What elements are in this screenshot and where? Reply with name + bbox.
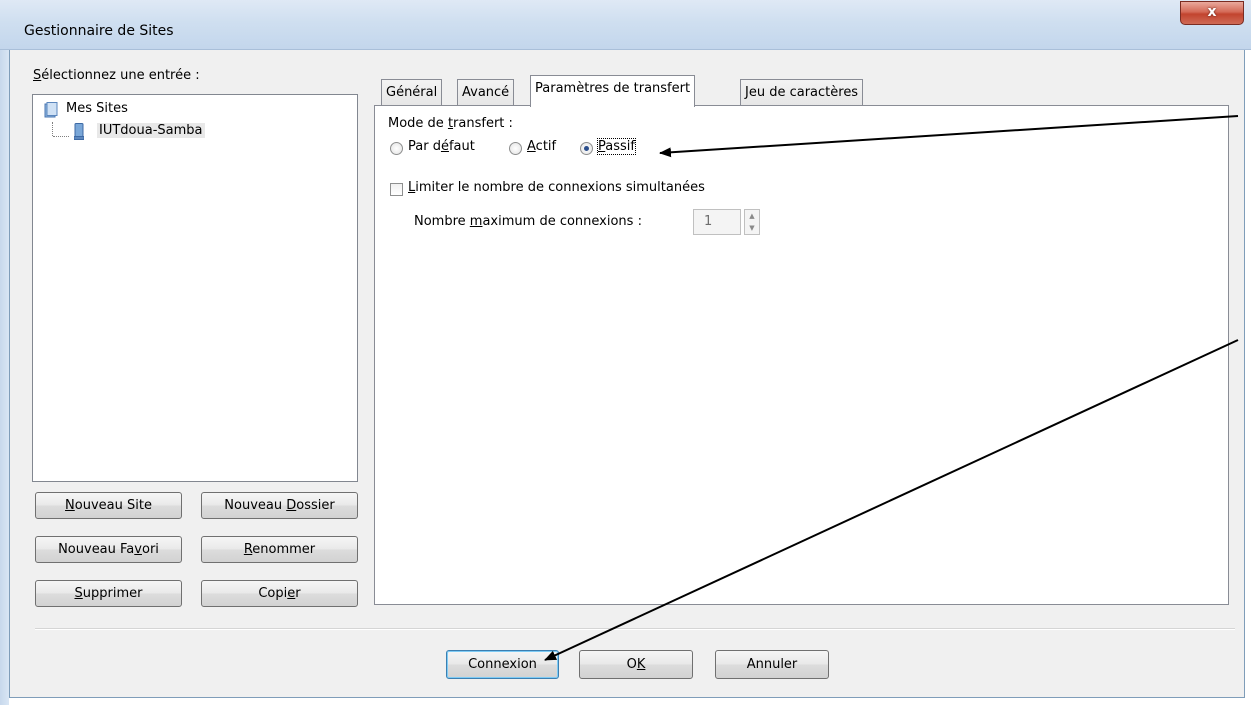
transfer-settings-panel: Mode de transfert : Par défaut Actif Pas…: [374, 105, 1229, 605]
radio-default-label[interactable]: Par défaut: [408, 139, 475, 154]
window-frame-left: [0, 50, 9, 705]
server-icon: [74, 123, 84, 140]
radio-passive[interactable]: [580, 142, 593, 155]
window-title: Gestionnaire de Sites: [24, 23, 174, 39]
new-folder-button[interactable]: Nouveau Dossier: [201, 492, 358, 519]
close-button[interactable]: x: [1180, 1, 1244, 25]
tree-root-mes-sites[interactable]: Mes Sites: [66, 101, 128, 116]
radio-active[interactable]: [509, 142, 522, 155]
tree-item-iutdoua-samba[interactable]: IUTdoua-Samba: [97, 123, 205, 138]
new-bookmark-button[interactable]: Nouveau Favori: [35, 536, 182, 563]
new-site-button[interactable]: Nouveau Site: [35, 492, 182, 519]
radio-default[interactable]: [390, 142, 403, 155]
connect-button[interactable]: Connexion: [446, 650, 559, 679]
tab-transfer-settings[interactable]: Paramètres de transfert: [530, 75, 696, 107]
delete-button[interactable]: Supprimer: [35, 580, 182, 607]
site-manager-window: Gestionnaire de Sites x Sélectionnez une…: [0, 0, 1251, 705]
tab-general[interactable]: Général: [381, 79, 443, 106]
tab-advanced[interactable]: Avancé: [457, 79, 515, 106]
folder-icon: [44, 102, 58, 118]
tab-charset[interactable]: Jeu de caractères: [740, 79, 864, 106]
tree-connector: [53, 136, 69, 137]
limit-connections-checkbox[interactable]: [390, 183, 403, 196]
limit-connections-label[interactable]: Limiter le nombre de connexions simultan…: [408, 180, 705, 195]
footer-separator: [35, 628, 1235, 630]
dialog-body: Sélectionnez une entrée : Mes Sites IUTd…: [9, 50, 1245, 698]
site-tree[interactable]: Mes Sites IUTdoua-Samba: [32, 94, 358, 482]
radio-active-label[interactable]: Actif: [527, 139, 556, 154]
copy-button[interactable]: Copier: [201, 580, 358, 607]
radio-passive-label[interactable]: Passif: [597, 138, 636, 155]
tree-connector: [52, 122, 53, 136]
max-connections-spinner[interactable]: ▲ ▼: [744, 209, 760, 235]
transfer-mode-label: Mode de transfert :: [388, 116, 513, 131]
select-entry-label: Sélectionnez une entrée :: [33, 68, 200, 83]
spin-down-icon[interactable]: ▼: [745, 222, 759, 234]
max-connections-label: Nombre maximum de connexions :: [414, 214, 642, 229]
ok-button[interactable]: OK: [579, 650, 693, 679]
title-bar[interactable]: Gestionnaire de Sites x: [0, 0, 1251, 50]
rename-button[interactable]: Renommer: [201, 536, 358, 563]
cancel-button[interactable]: Annuler: [715, 650, 829, 679]
spin-up-icon[interactable]: ▲: [745, 210, 759, 222]
max-connections-input[interactable]: 1: [693, 209, 741, 235]
